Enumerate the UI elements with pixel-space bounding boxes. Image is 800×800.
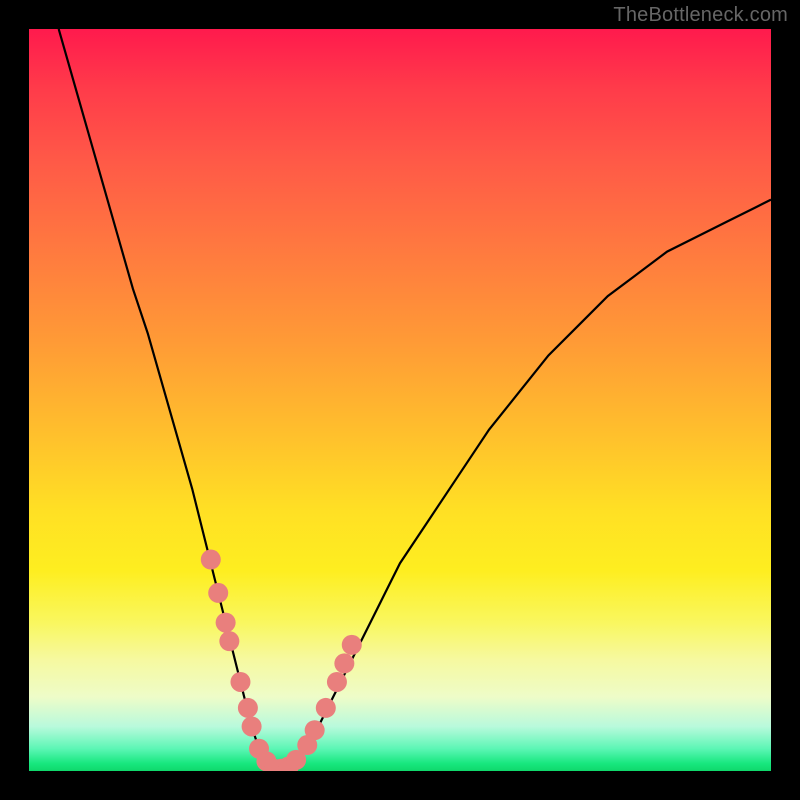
sample-dot	[327, 672, 347, 692]
sample-dot	[201, 550, 221, 570]
sample-dot	[316, 698, 336, 718]
sample-dot	[342, 635, 362, 655]
watermark-text: TheBottleneck.com	[613, 4, 788, 27]
sample-dot	[305, 720, 325, 740]
sample-dot	[208, 583, 228, 603]
sample-dot	[242, 716, 262, 736]
dots-svg	[29, 29, 771, 771]
sample-dot	[230, 672, 250, 692]
sample-dot	[219, 631, 239, 651]
chart-frame	[29, 29, 771, 771]
sample-dot	[334, 653, 354, 673]
sample-dot	[216, 613, 236, 633]
sample-dot	[238, 698, 258, 718]
dots-group	[201, 550, 362, 771]
